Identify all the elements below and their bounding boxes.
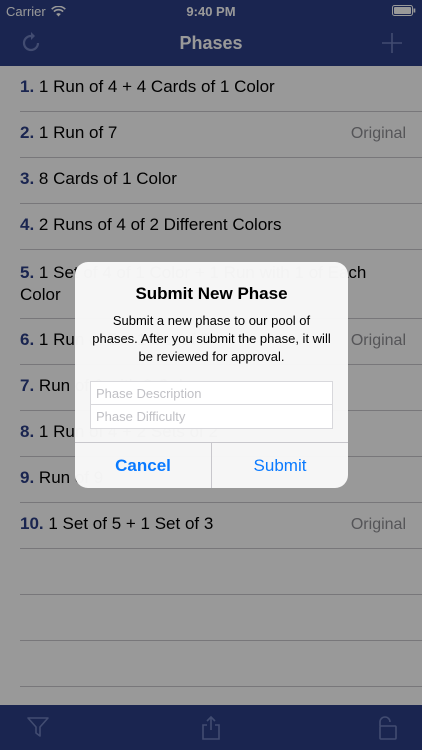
phase-description-input[interactable] <box>90 381 333 405</box>
phase-difficulty-input[interactable] <box>90 405 333 429</box>
dialog-message: Submit a new phase to our pool of phases… <box>92 313 331 364</box>
submit-phase-dialog: Submit New Phase Submit a new phase to o… <box>75 262 348 488</box>
screen: Carrier 9:40 PM Phases 1. 1 Run of 4 + 4… <box>0 0 422 750</box>
submit-button[interactable]: Submit <box>212 443 348 488</box>
dialog-buttons: Cancel Submit <box>75 442 348 488</box>
cancel-button[interactable]: Cancel <box>75 443 212 488</box>
dialog-title: Submit New Phase <box>135 284 288 303</box>
